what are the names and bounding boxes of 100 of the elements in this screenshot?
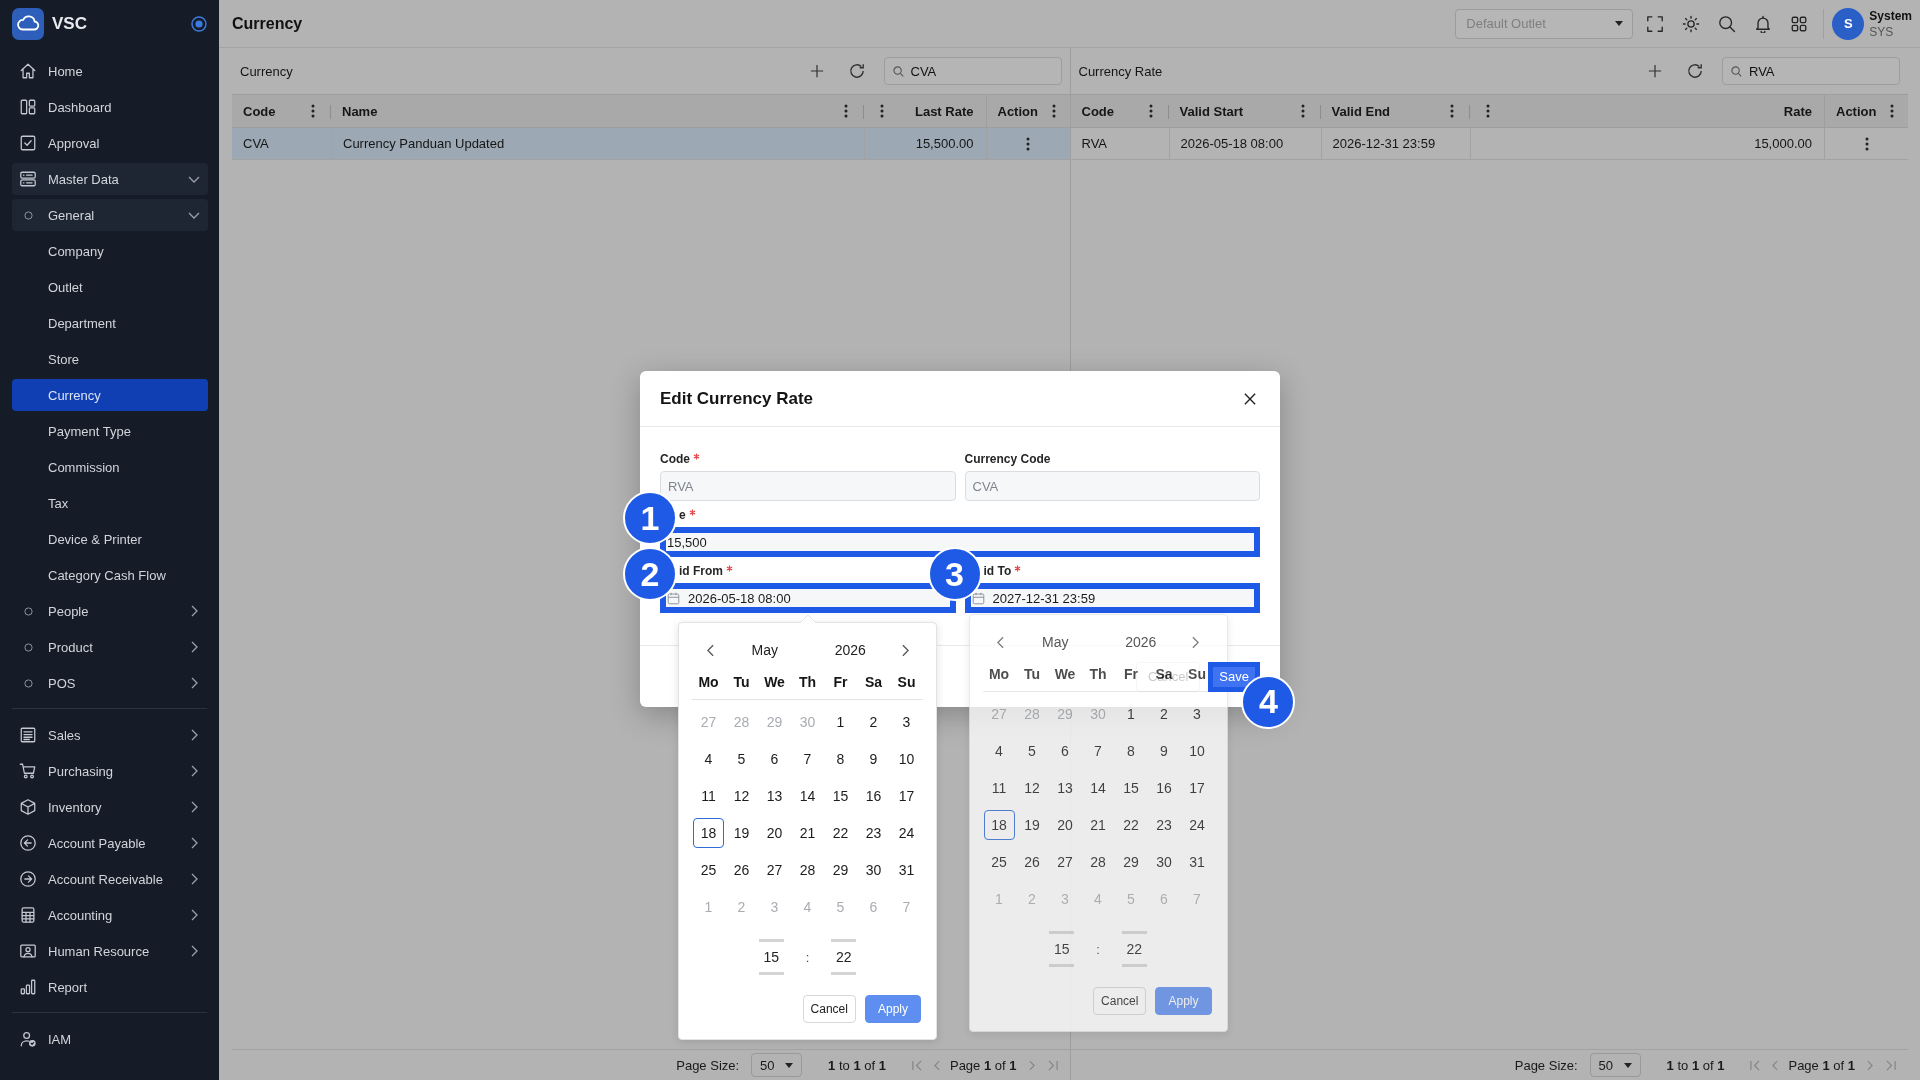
sidebar-group[interactable]: General [12, 199, 208, 231]
calendar-day[interactable]: 4 [983, 735, 1015, 766]
year-label[interactable]: 2026 [834, 642, 866, 658]
calendar-day[interactable]: 1 [825, 706, 856, 737]
bell-icon[interactable] [1754, 14, 1773, 33]
sidebar-item[interactable]: Home [12, 55, 208, 87]
date-field[interactable]: 2027-12-31 23:59 [964, 583, 1260, 613]
column-header[interactable]: Rate [1783, 103, 1812, 119]
user-avatar[interactable]: S [1832, 7, 1865, 40]
sidebar-item[interactable]: Company [12, 235, 208, 267]
radio-dot-icon[interactable] [191, 16, 207, 32]
calendar-day[interactable]: 8 [825, 743, 856, 774]
column-header[interactable]: Action [1836, 103, 1877, 119]
calendar-day[interactable]: 23 [1148, 809, 1180, 840]
calendar-day[interactable]: 27 [759, 854, 790, 885]
column-header[interactable]: Action [997, 103, 1038, 119]
sidebar-group[interactable]: Account Receivable [12, 863, 208, 895]
sidebar-group[interactable]: Sales [12, 719, 208, 751]
calendar-day[interactable]: 2 [1148, 698, 1180, 729]
calendar-day[interactable]: 6 [759, 743, 790, 774]
sidebar-item[interactable]: Store [12, 343, 208, 375]
refresh-icon[interactable] [1687, 63, 1703, 79]
calendar-day[interactable]: 13 [759, 780, 790, 811]
calendar-day[interactable]: 10 [1181, 735, 1213, 766]
sidebar-item[interactable]: IAM [12, 1023, 208, 1055]
column-menu-icon[interactable] [1485, 104, 1490, 118]
sidebar-group[interactable]: Master Data [12, 163, 208, 195]
calendar-day[interactable]: 14 [1082, 772, 1114, 803]
year-label[interactable]: 2026 [1125, 634, 1157, 650]
column-menu-icon[interactable] [879, 104, 884, 118]
calendar-day[interactable]: 16 [858, 780, 889, 811]
plus-icon[interactable] [809, 64, 824, 78]
calendar-day[interactable]: 14 [792, 780, 823, 811]
calendar-day[interactable]: 28 [792, 854, 823, 885]
calendar-day[interactable]: 16 [1148, 772, 1180, 803]
sidebar-group[interactable]: Product [12, 631, 208, 663]
column-menu-icon[interactable] [1300, 104, 1305, 118]
calendar-day[interactable]: 20 [759, 817, 790, 848]
sidebar-item[interactable]: Department [12, 307, 208, 339]
cancel-button[interactable]: Cancel [802, 995, 856, 1023]
calendar-day[interactable]: 19 [726, 817, 757, 848]
column-menu-icon[interactable] [843, 104, 848, 118]
sidebar-item[interactable]: Currency [12, 379, 208, 411]
sidebar-item[interactable]: Commission [12, 451, 208, 483]
more-options-icon[interactable] [1026, 136, 1030, 151]
calendar-day[interactable]: 13 [1049, 772, 1081, 803]
calendar-day[interactable]: 27 [1049, 846, 1081, 877]
column-header[interactable]: Name [342, 103, 378, 119]
calendar-day[interactable]: 23 [858, 817, 889, 848]
calendar-day[interactable]: 22 [1115, 809, 1147, 840]
calendar-day[interactable]: 6 [1049, 735, 1081, 766]
calendar-day[interactable]: 21 [1082, 809, 1114, 840]
calendar-day[interactable]: 18 [983, 809, 1015, 840]
month-label[interactable]: May [751, 642, 778, 658]
column-header[interactable]: Valid Start [1179, 103, 1244, 119]
sidebar-item[interactable]: Outlet [12, 271, 208, 303]
calendar-day[interactable]: 12 [726, 780, 757, 811]
sidebar-group[interactable]: People [12, 595, 208, 627]
calendar-day[interactable]: 22 [825, 817, 856, 848]
sidebar-group[interactable]: Purchasing [12, 755, 208, 787]
sidebar-item[interactable]: Payment Type [12, 415, 208, 447]
fullscreen-icon[interactable] [1646, 14, 1665, 33]
chevron-left-icon[interactable] [997, 635, 1004, 649]
sidebar-item[interactable]: Dashboard [12, 91, 208, 123]
chevron-left-icon[interactable] [706, 643, 714, 657]
search-icon[interactable] [1718, 14, 1737, 33]
sidebar-item[interactable]: Approval [12, 127, 208, 159]
calendar-day[interactable]: 25 [693, 854, 724, 885]
sun-icon[interactable] [1682, 14, 1701, 33]
calendar-day[interactable]: 26 [726, 854, 757, 885]
calendar-day[interactable]: 26 [1016, 846, 1048, 877]
column-header[interactable]: Code [1081, 103, 1114, 119]
calendar-day[interactable]: 17 [1181, 772, 1213, 803]
calendar-day[interactable]: 2 [858, 706, 889, 737]
column-header[interactable]: Valid End [1331, 103, 1390, 119]
calendar-day[interactable]: 20 [1049, 809, 1081, 840]
calendar-day[interactable]: 11 [693, 780, 724, 811]
plus-icon[interactable] [1648, 64, 1662, 78]
column-menu-icon[interactable] [1890, 104, 1894, 118]
column-menu-icon[interactable] [1148, 104, 1153, 118]
chevron-right-icon[interactable] [1192, 635, 1199, 649]
column-menu-icon[interactable] [1449, 104, 1454, 118]
calendar-day[interactable]: 9 [1148, 735, 1180, 766]
calendar-day[interactable]: 17 [891, 780, 922, 811]
column-menu-icon[interactable] [311, 104, 315, 118]
table-row[interactable]: RVA 2026-05-18 08:00 2026-12-31 23:59 15,000.00 [1070, 128, 1908, 160]
calendar-day[interactable]: 19 [1016, 809, 1048, 840]
calendar-day[interactable]: 3 [1181, 698, 1213, 729]
calendar-day[interactable]: 24 [1181, 809, 1213, 840]
search-field[interactable]: CVA [883, 57, 1062, 85]
calendar-day[interactable]: 29 [825, 854, 856, 885]
calendar-day[interactable]: 7 [1082, 735, 1114, 766]
calendar-day[interactable]: 1 [1115, 698, 1147, 729]
sidebar-group[interactable]: Accounting [12, 899, 208, 931]
page-size-select[interactable]: 50 [1589, 1053, 1641, 1077]
calendar-day[interactable]: 12 [1016, 772, 1048, 803]
calendar-day[interactable]: 31 [1181, 846, 1213, 877]
calendar-day[interactable]: 5 [1016, 735, 1048, 766]
page-size-select[interactable]: 50 [751, 1053, 803, 1077]
sidebar-item[interactable]: Tax [12, 487, 208, 519]
